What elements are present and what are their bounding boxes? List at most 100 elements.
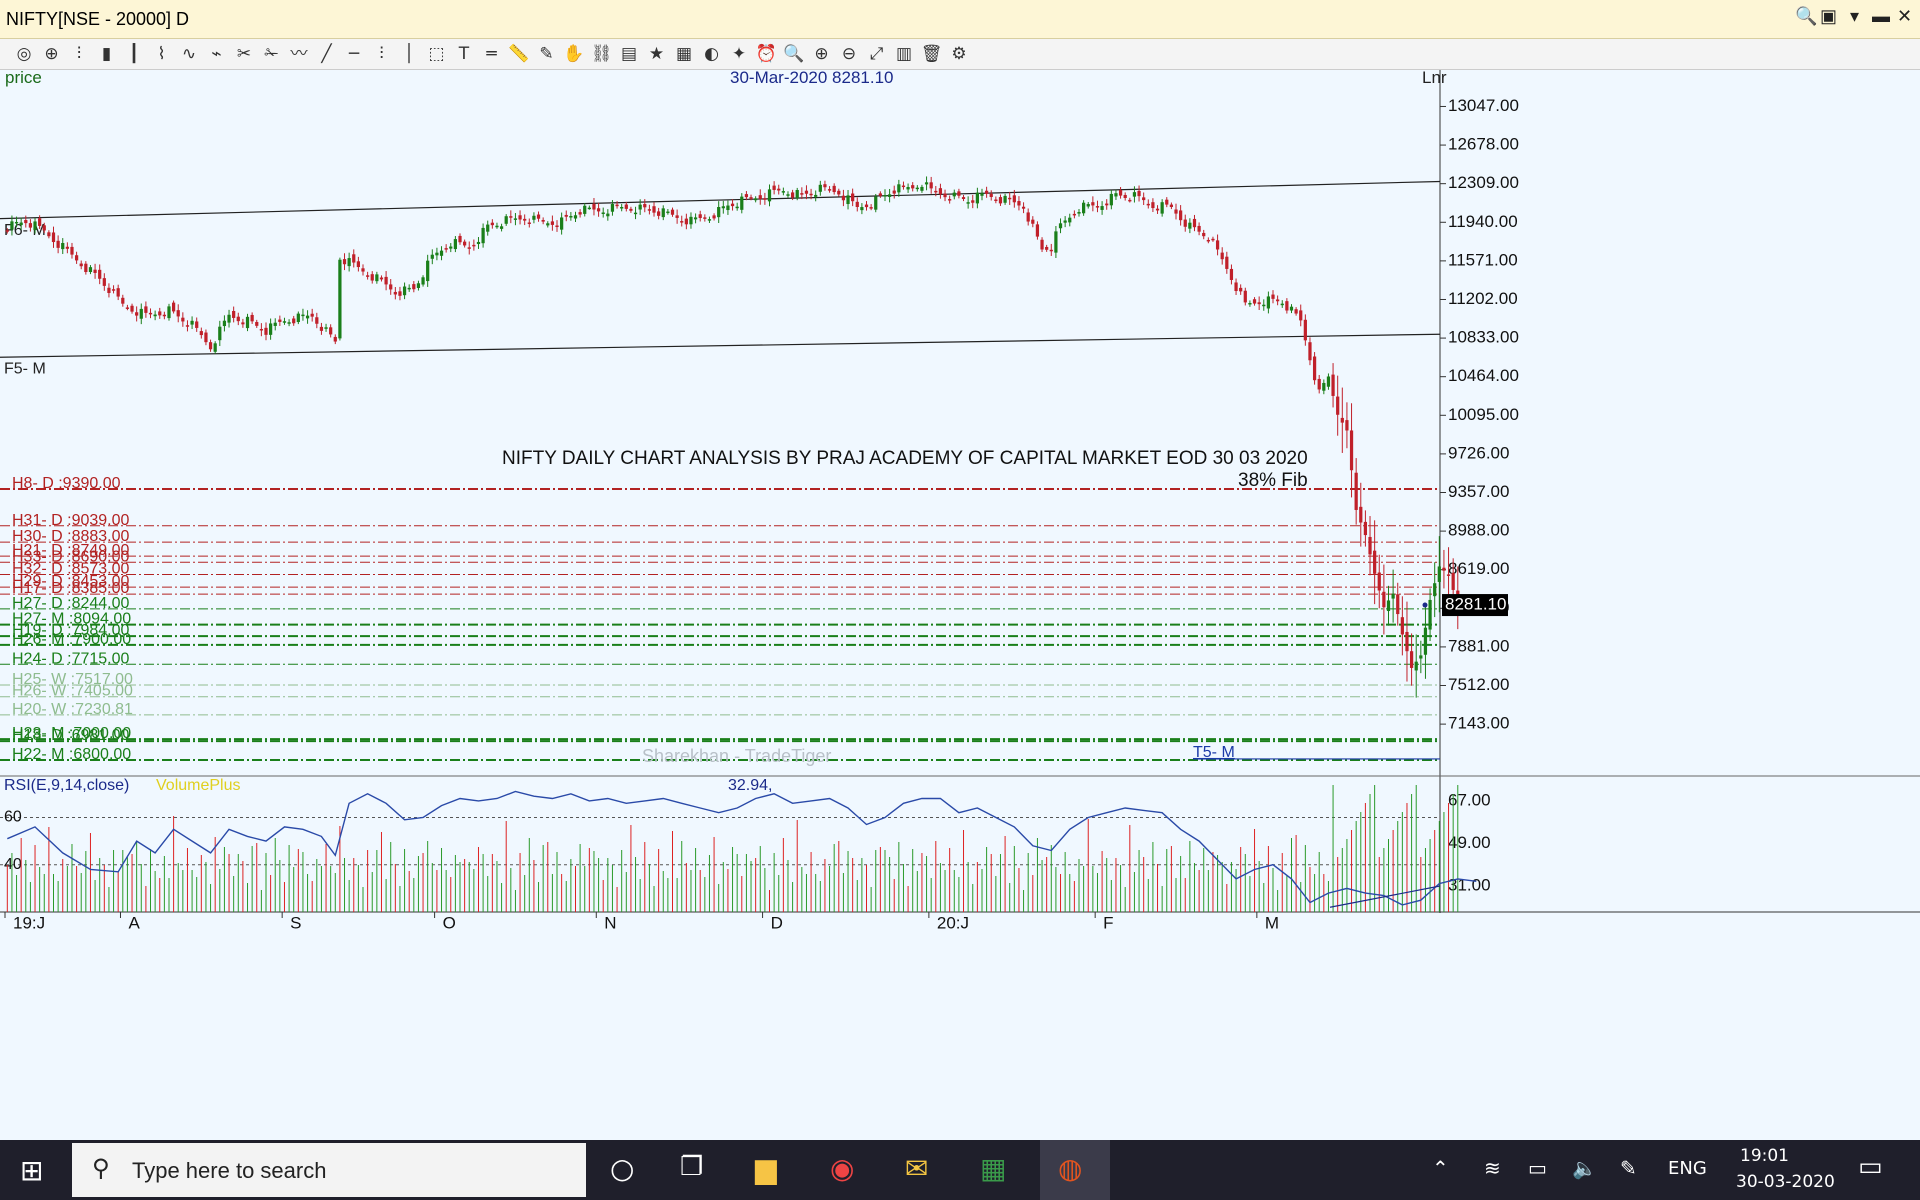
candle-body bbox=[657, 211, 661, 216]
cortana-icon[interactable]: ○ bbox=[610, 1152, 634, 1185]
zoom-fit-icon[interactable]: ⤢ bbox=[865, 43, 889, 65]
delete-icon[interactable]: 🗑 bbox=[920, 43, 944, 65]
cube-icon[interactable]: ⬚ bbox=[425, 43, 449, 65]
candle-body bbox=[680, 221, 684, 223]
candle-body bbox=[79, 263, 83, 267]
channel-icon[interactable]: ═ bbox=[480, 43, 504, 65]
tray-chevron-icon[interactable]: ⌃ bbox=[1432, 1156, 1449, 1180]
candle-body bbox=[1003, 195, 1007, 203]
bar-chart-icon[interactable]: ⫶ bbox=[67, 43, 91, 65]
scatter-icon[interactable]: ∿ bbox=[177, 43, 201, 65]
candle-body bbox=[698, 214, 702, 218]
candle-body bbox=[994, 199, 998, 202]
candle-body bbox=[1142, 197, 1146, 201]
candle-body bbox=[1308, 342, 1312, 361]
candle-body bbox=[624, 204, 628, 209]
excel-icon[interactable]: ▦ bbox=[980, 1152, 1006, 1185]
candle-body bbox=[707, 219, 712, 221]
user-icon[interactable]: ▣ bbox=[1820, 6, 1837, 27]
candle-body bbox=[139, 308, 143, 319]
candle-body bbox=[846, 195, 850, 205]
alarm-icon[interactable]: ⏰ bbox=[755, 43, 779, 65]
globe-icon[interactable]: ◐ bbox=[700, 43, 724, 65]
candle-body bbox=[218, 326, 222, 341]
candle-body bbox=[1100, 206, 1104, 210]
candle-body bbox=[135, 312, 139, 316]
hand-icon[interactable]: ✋ bbox=[562, 43, 586, 65]
candle-body bbox=[1303, 319, 1307, 341]
candle-body bbox=[587, 207, 591, 210]
candle-body bbox=[670, 209, 675, 215]
candles-icon[interactable]: ▮ bbox=[95, 43, 119, 65]
close-icon[interactable]: ✕ bbox=[1897, 6, 1912, 27]
zoom-icon[interactable]: 🔍 bbox=[782, 43, 806, 65]
notifications-icon[interactable]: ▭ bbox=[1858, 1152, 1883, 1182]
candle-body bbox=[971, 200, 975, 203]
candle-body bbox=[596, 208, 601, 212]
clock-time[interactable]: 19:01 bbox=[1740, 1146, 1789, 1166]
chrome-icon[interactable]: ◉ bbox=[830, 1152, 854, 1185]
candle-body bbox=[1146, 203, 1150, 206]
vline-icon[interactable]: │ bbox=[397, 43, 421, 65]
file-explorer-icon[interactable]: ▆ bbox=[755, 1152, 777, 1185]
candle-body bbox=[1317, 378, 1321, 390]
candle-body bbox=[204, 332, 208, 343]
wand-icon[interactable]: ✦ bbox=[727, 43, 751, 65]
candle-body bbox=[19, 222, 23, 226]
pen-icon[interactable]: ✎ bbox=[1620, 1156, 1637, 1180]
network-icon[interactable]: ≋ bbox=[1484, 1156, 1501, 1180]
candle-body bbox=[167, 306, 171, 319]
candle-body bbox=[966, 202, 970, 204]
tradetiger-icon[interactable]: ◍ bbox=[1058, 1152, 1082, 1185]
minimize-icon[interactable]: ▬ bbox=[1872, 6, 1890, 27]
indicator-icon[interactable]: ▥ bbox=[892, 43, 916, 65]
outlook-icon[interactable]: ✉ bbox=[905, 1152, 928, 1185]
candle-body bbox=[467, 247, 471, 249]
ruler-icon[interactable]: 📏 bbox=[507, 43, 531, 65]
candle-body bbox=[347, 258, 351, 267]
task-view-icon[interactable]: ❐ bbox=[680, 1152, 703, 1182]
layers-icon[interactable]: ▤ bbox=[617, 43, 641, 65]
pen-icon[interactable]: ✎ bbox=[535, 43, 559, 65]
chart-area[interactable]: price 30-Mar-2020 8281.10 Lnr13047.00 12678… bbox=[0, 70, 1920, 1140]
trendline-icon[interactable]: ╱ bbox=[315, 43, 339, 65]
wave-icon[interactable]: 〰 bbox=[287, 43, 311, 65]
x-tick-label: S bbox=[290, 913, 301, 932]
taskbar-search[interactable]: ⚲ Type here to search bbox=[72, 1143, 586, 1197]
candle-body bbox=[490, 222, 494, 226]
volume-icon[interactable]: 🔈 bbox=[1572, 1156, 1597, 1180]
x-tick-label: 20:J bbox=[937, 913, 969, 932]
link-icon[interactable]: ⛓ bbox=[590, 43, 614, 65]
ohlc-icon[interactable]: ┃ bbox=[122, 43, 146, 65]
zoom-out-icon[interactable]: ⊖ bbox=[837, 43, 861, 65]
candle-body bbox=[195, 321, 199, 328]
target-icon[interactable]: ⊕ bbox=[40, 43, 64, 65]
hline-icon[interactable]: ─ bbox=[342, 43, 366, 65]
candle-body bbox=[379, 277, 384, 280]
clock-date[interactable]: 30-03-2020 bbox=[1736, 1172, 1835, 1192]
date-price-header: 30-Mar-2020 8281.10 bbox=[730, 70, 894, 87]
x-tick-label: F bbox=[1103, 913, 1113, 932]
tools-icon[interactable]: ✂ bbox=[232, 43, 256, 65]
text-icon[interactable]: T bbox=[452, 43, 476, 65]
templates-icon[interactable]: ▦ bbox=[672, 43, 696, 65]
candle-body bbox=[929, 182, 933, 189]
star-icon[interactable]: ★ bbox=[645, 43, 669, 65]
search-icon[interactable]: 🔍 bbox=[1795, 6, 1817, 27]
language-indicator[interactable]: ENG bbox=[1668, 1158, 1707, 1179]
zoom-in-icon[interactable]: ⊕ bbox=[810, 43, 834, 65]
cut-icon[interactable]: ✁ bbox=[260, 43, 284, 65]
battery-icon[interactable]: ▭ bbox=[1528, 1156, 1547, 1180]
candle-body bbox=[439, 250, 444, 256]
level-label: H26- M :7900.00 bbox=[12, 631, 131, 648]
settings-icon[interactable]: ⚙ bbox=[947, 43, 971, 65]
candle-body bbox=[1109, 193, 1113, 206]
fib-icon[interactable]: ⫶ bbox=[370, 43, 394, 65]
windows-start-icon[interactable]: ⊞ bbox=[20, 1154, 43, 1187]
line-chart-icon[interactable]: ⌇ bbox=[150, 43, 174, 65]
candle-body bbox=[800, 193, 804, 195]
crosshair-icon[interactable]: ◎ bbox=[12, 43, 36, 65]
menu-icon[interactable]: ▾ bbox=[1850, 6, 1859, 27]
candle-body bbox=[255, 321, 259, 326]
area-icon[interactable]: ⌁ bbox=[205, 43, 229, 65]
